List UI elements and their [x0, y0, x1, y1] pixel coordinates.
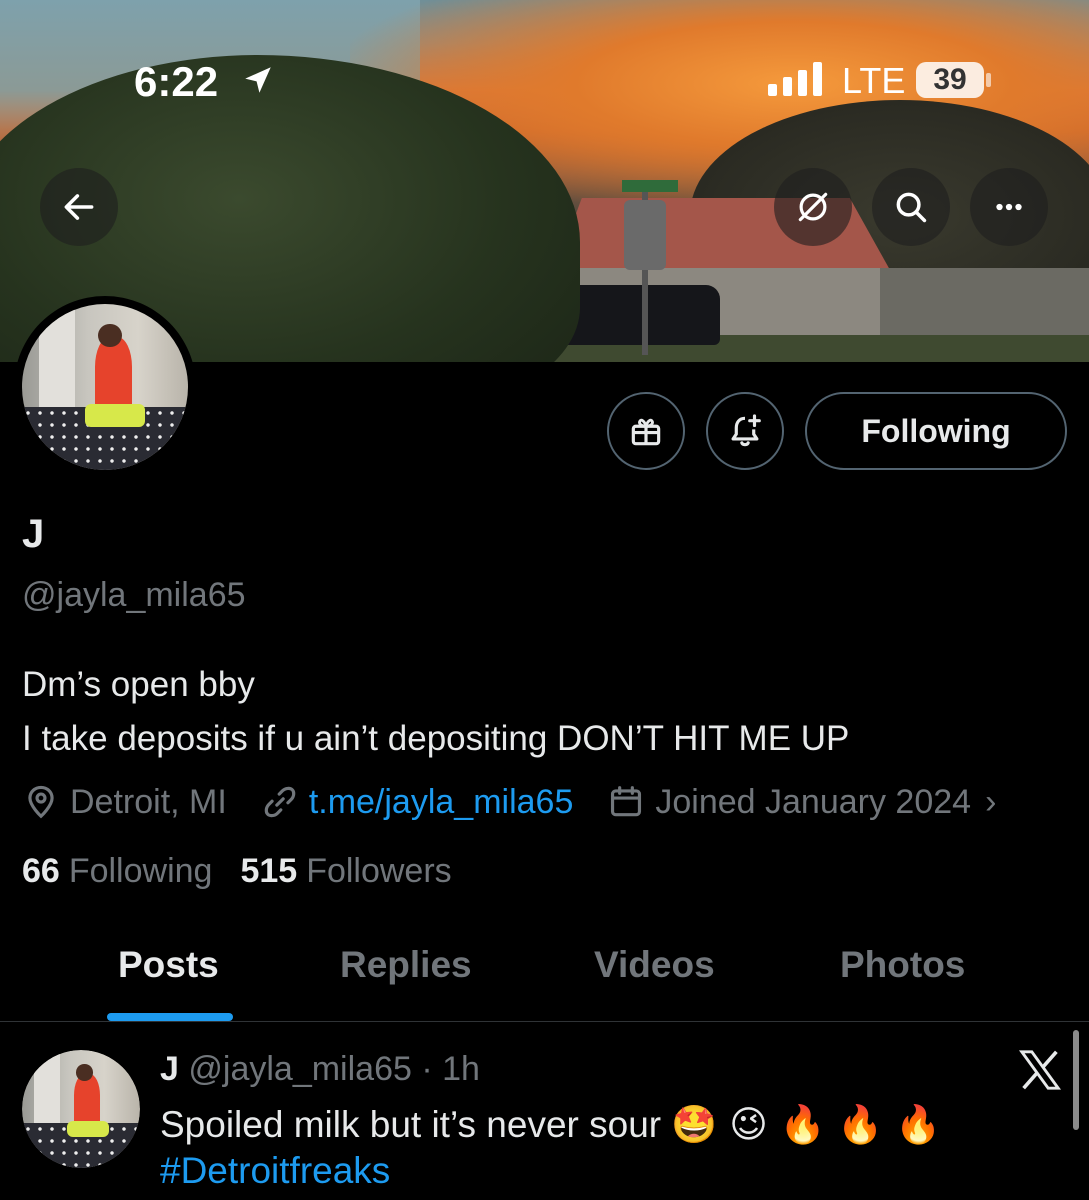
post-text: Spoiled milk but it’s never sour 🤩 😉 🔥 🔥…: [160, 1100, 941, 1150]
search-icon: [896, 192, 927, 223]
battery-nub: [986, 73, 991, 87]
profile-bio: Dm’s open bby I take deposits if u ain’t…: [22, 658, 849, 766]
bio-line-1: Dm’s open bby: [22, 665, 255, 704]
profile-tabs: Posts Replies Videos Photos: [0, 932, 1089, 1022]
following-label: Following: [68, 852, 213, 890]
post-hashtag[interactable]: #Detroitfreaks: [160, 1150, 390, 1192]
back-button[interactable]: [40, 168, 118, 246]
avatar-photo: [22, 304, 188, 470]
post-avatar-head: [76, 1064, 93, 1081]
post-author-handle[interactable]: @jayla_mila65: [188, 1050, 412, 1088]
profile-meta: Detroit, MI t.me/jayla_mila65 Joined Jan…: [22, 780, 1030, 824]
location-pin-icon: [28, 785, 54, 819]
display-name: J: [22, 512, 45, 556]
active-tab-indicator: [107, 1013, 233, 1021]
post-body: Spoiled milk but it’s never sour: [160, 1104, 662, 1145]
avatar-person: [95, 337, 132, 412]
bell-plus-icon: [731, 414, 761, 447]
search-button[interactable]: [872, 168, 950, 246]
location-arrow-icon: [245, 67, 271, 93]
notify-button[interactable]: [706, 392, 784, 470]
avatar-door: [38, 304, 76, 421]
joined-item[interactable]: Joined January 2024 ›: [607, 783, 996, 822]
followers-count: 515: [240, 852, 298, 890]
post-emojis: 🤩 😉 🔥 🔥 🔥: [671, 1103, 942, 1146]
profile-handle: @jayla_mila65: [22, 576, 246, 614]
followers-label: Followers: [306, 852, 452, 890]
grok-button[interactable]: [774, 168, 852, 246]
signal-icon: [768, 62, 822, 96]
calendar-icon: [611, 786, 642, 817]
tab-replies[interactable]: Replies: [340, 944, 472, 986]
location-text: Detroit, MI: [70, 782, 227, 821]
profile-stats: 66 Following 515 Followers: [22, 852, 480, 891]
battery-icon: 39: [916, 62, 984, 98]
post-avatar-person: [73, 1073, 100, 1127]
more-button[interactable]: [970, 168, 1048, 246]
profile-avatar[interactable]: [14, 296, 196, 478]
scrollbar[interactable]: [1073, 1030, 1079, 1130]
post-time: · 1h: [421, 1050, 480, 1088]
back-arrow-icon: [64, 194, 94, 220]
x-logo-icon: [1018, 1050, 1062, 1090]
gift-button[interactable]: [607, 392, 685, 470]
followers-stat[interactable]: 515 Followers: [240, 852, 451, 891]
post-avatar-shorts: [66, 1120, 110, 1138]
joined-text: Joined January 2024: [655, 782, 972, 821]
following-button[interactable]: Following: [805, 392, 1067, 470]
post-header: J @jayla_mila65 · 1h: [160, 1050, 480, 1089]
network-label: LTE: [842, 60, 906, 101]
tab-videos[interactable]: Videos: [594, 944, 715, 986]
tab-posts[interactable]: Posts: [118, 944, 219, 986]
post-author-name[interactable]: J: [160, 1050, 179, 1088]
banner-stop-sign: [624, 200, 666, 270]
bio-line-2: I take deposits if u ain’t depositing DO…: [22, 719, 850, 758]
location-item: Detroit, MI: [22, 783, 227, 822]
gift-icon: [631, 418, 661, 446]
tab-photos[interactable]: Photos: [840, 944, 965, 986]
following-stat[interactable]: 66 Following: [22, 852, 212, 891]
post-avatar-door: [33, 1050, 60, 1133]
post-avatar-photo: [22, 1050, 140, 1168]
avatar-shorts: [85, 403, 145, 427]
grok-icon: [798, 192, 828, 222]
avatar-head: [98, 323, 122, 348]
website-link[interactable]: t.me/jayla_mila65: [309, 783, 574, 822]
post-avatar[interactable]: [22, 1050, 140, 1168]
banner-street-sign: [622, 180, 678, 192]
following-count: 66: [22, 852, 60, 890]
website-item[interactable]: t.me/jayla_mila65: [261, 783, 574, 822]
status-time: 6:22: [134, 58, 219, 105]
more-icon: [996, 203, 1022, 211]
chevron-right-icon: ›: [985, 782, 997, 821]
link-icon: [264, 786, 296, 818]
